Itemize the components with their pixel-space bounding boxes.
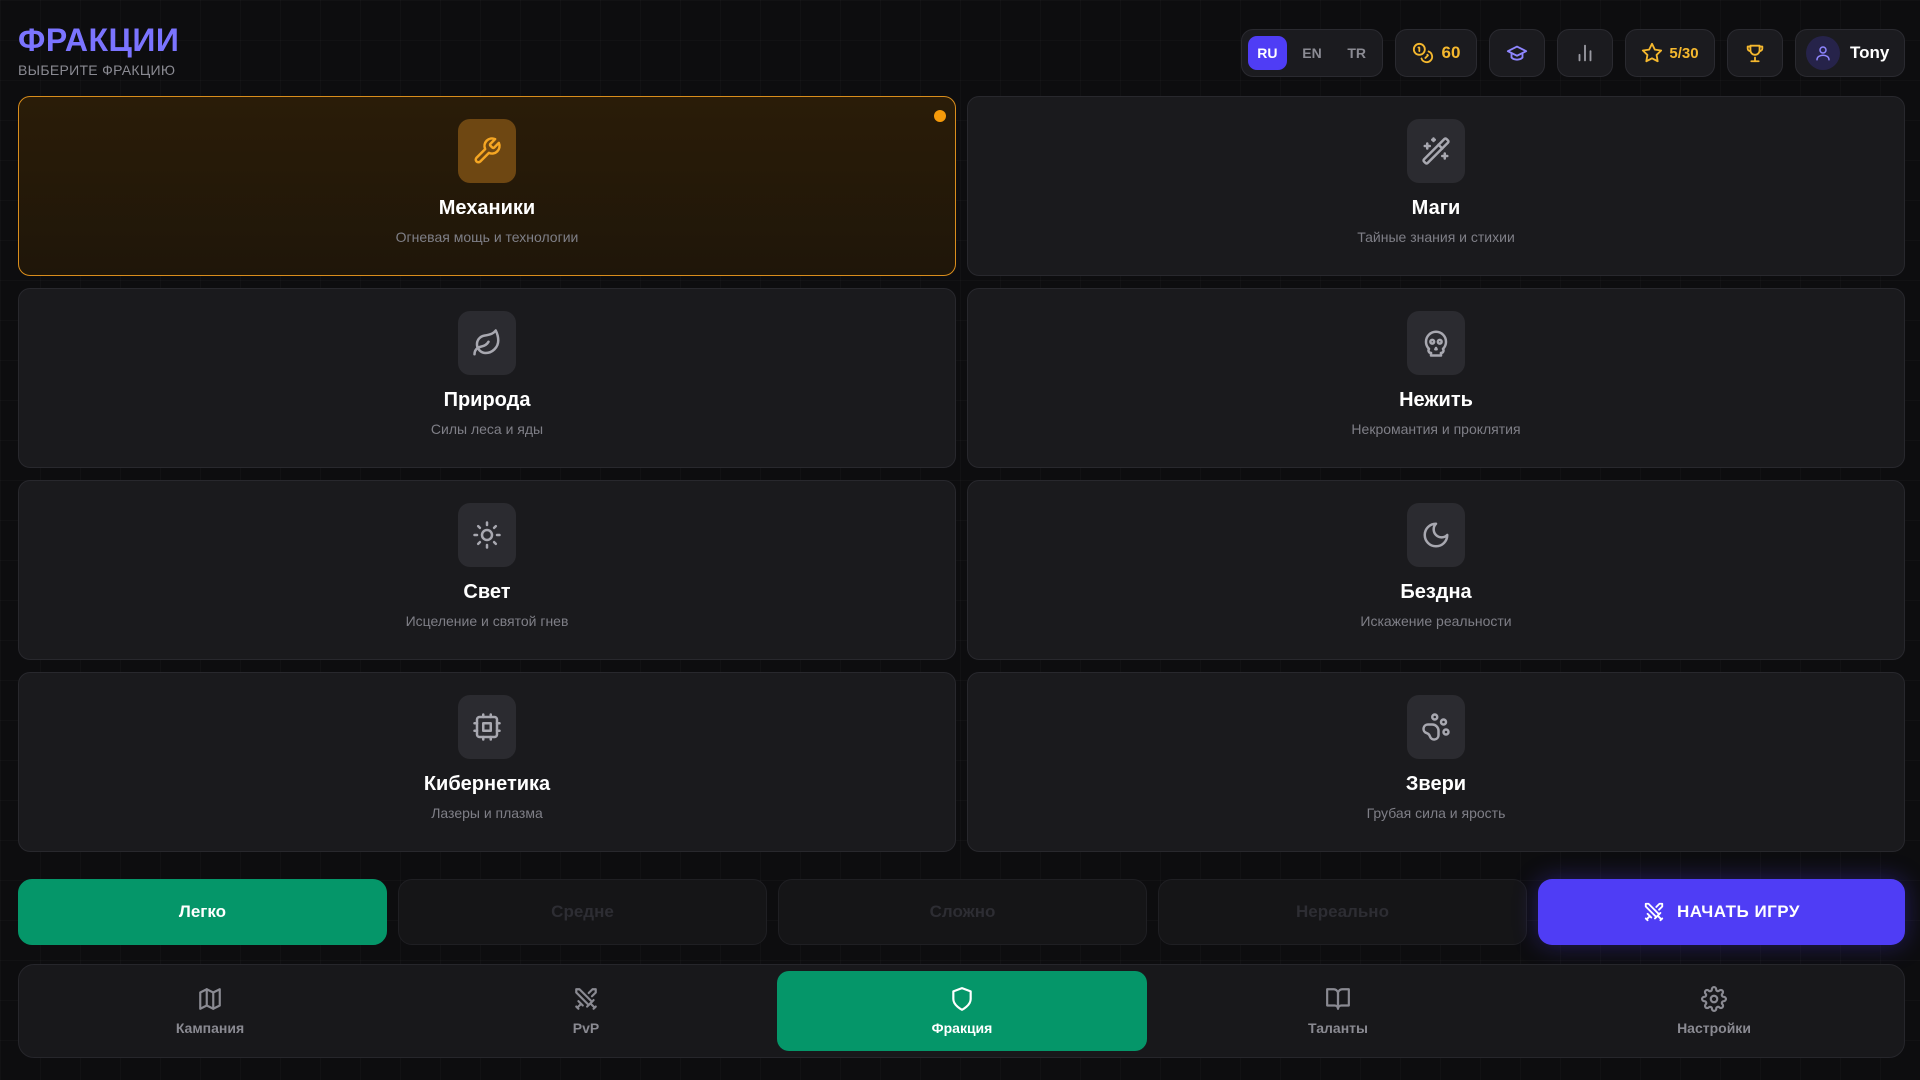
- sun-icon: [472, 520, 502, 550]
- faction-name: Звери: [1405, 773, 1467, 795]
- leaf-icon: [472, 328, 502, 358]
- coins-icon: [1412, 42, 1434, 64]
- faction-description: Исцеление и святой гнев: [405, 613, 569, 629]
- faction-description: Силы леса и яды: [430, 421, 544, 437]
- faction-icon-box: [1407, 695, 1465, 759]
- stars-value: 5/30: [1669, 44, 1699, 62]
- difficulty-selector: Легко Средне Сложно Нереально НАЧАТЬ ИГР…: [18, 879, 1905, 945]
- nav-item-talents[interactable]: Таланты: [1153, 971, 1523, 1051]
- language-switcher: RU EN TR: [1241, 29, 1383, 77]
- page-title: ФРАКЦИИ: [18, 22, 180, 58]
- faction-grid: Механики Огневая мощь и технологии Маги …: [18, 96, 1905, 852]
- user-icon: [1814, 44, 1832, 62]
- paw-icon: [1421, 712, 1451, 742]
- nav-label: Таланты: [1308, 1020, 1368, 1036]
- avatar: [1806, 36, 1840, 70]
- faction-description: Искажение реальности: [1360, 613, 1512, 629]
- faction-card-mages[interactable]: Маги Тайные знания и стихии: [967, 96, 1905, 276]
- lang-button-ru[interactable]: RU: [1248, 36, 1287, 70]
- username: Tony: [1850, 43, 1890, 62]
- faction-icon-box: [458, 503, 516, 567]
- book-icon: [1325, 986, 1351, 1012]
- nav-item-campaign[interactable]: Кампания: [25, 971, 395, 1051]
- difficulty-easy-button[interactable]: Легко: [18, 879, 387, 945]
- page-subtitle: ВЫБЕРИТЕ ФРАКЦИЮ: [18, 62, 176, 78]
- selected-indicator: [934, 110, 946, 122]
- faction-name: Механики: [438, 197, 536, 219]
- faction-icon-box: [458, 695, 516, 759]
- achievements-button[interactable]: [1727, 29, 1783, 77]
- difficulty-medium-button[interactable]: Средне: [398, 879, 767, 945]
- faction-description: Грубая сила и ярость: [1366, 805, 1506, 821]
- map-icon: [197, 986, 223, 1012]
- graduation-cap-icon: [1506, 42, 1528, 64]
- nav-label: PvP: [572, 1020, 600, 1036]
- faction-icon-box: [1407, 119, 1465, 183]
- nav-label: Кампания: [175, 1020, 245, 1036]
- coins-value: 60: [1441, 43, 1461, 62]
- bottom-navigation: Кампания PvP Фракция Таланты Настройки: [18, 964, 1905, 1058]
- faction-card-light[interactable]: Свет Исцеление и святой гнев: [18, 480, 956, 660]
- moon-icon: [1421, 520, 1451, 550]
- faction-card-abyss[interactable]: Бездна Искажение реальности: [967, 480, 1905, 660]
- faction-name: Свет: [463, 581, 511, 603]
- stats-button[interactable]: [1557, 29, 1613, 77]
- lang-button-tr[interactable]: TR: [1337, 36, 1376, 70]
- nav-item-faction[interactable]: Фракция: [777, 971, 1147, 1051]
- cpu-icon: [472, 712, 502, 742]
- faction-name: Нежить: [1399, 389, 1473, 411]
- faction-description: Тайные знания и стихии: [1357, 229, 1515, 245]
- wrench-icon: [472, 136, 502, 166]
- start-game-button[interactable]: НАЧАТЬ ИГРУ: [1538, 879, 1905, 945]
- faction-description: Некромантия и проклятия: [1351, 421, 1521, 437]
- top-bar: RU EN TR 60 5/30 Tony: [1241, 29, 1905, 77]
- nav-item-pvp[interactable]: PvP: [401, 971, 771, 1051]
- faction-name: Бездна: [1400, 581, 1472, 603]
- faction-card-undead[interactable]: Нежить Некромантия и проклятия: [967, 288, 1905, 468]
- shield-icon: [949, 986, 975, 1012]
- profile-button[interactable]: Tony: [1795, 29, 1905, 77]
- faction-card-cybernetics[interactable]: Кибернетика Лазеры и плазма: [18, 672, 956, 852]
- skull-icon: [1421, 328, 1451, 358]
- faction-card-beasts[interactable]: Звери Грубая сила и ярость: [967, 672, 1905, 852]
- faction-name: Маги: [1411, 197, 1461, 219]
- faction-card-nature[interactable]: Природа Силы леса и яды: [18, 288, 956, 468]
- page-header: ФРАКЦИИ ВЫБЕРИТЕ ФРАКЦИЮ: [18, 22, 179, 78]
- bar-chart-icon: [1574, 42, 1596, 64]
- faction-name: Кибернетика: [423, 773, 551, 795]
- faction-icon-box: [458, 311, 516, 375]
- faction-description: Огневая мощь и технологии: [395, 229, 579, 245]
- nav-item-settings[interactable]: Настройки: [1529, 971, 1899, 1051]
- star-icon: [1641, 42, 1663, 64]
- stars-counter[interactable]: 5/30: [1625, 29, 1715, 77]
- difficulty-hard-button[interactable]: Сложно: [778, 879, 1147, 945]
- academy-button[interactable]: [1489, 29, 1545, 77]
- faction-description: Лазеры и плазма: [431, 805, 543, 821]
- coins-counter[interactable]: 60: [1395, 29, 1477, 77]
- lang-button-en[interactable]: EN: [1293, 36, 1332, 70]
- faction-card-mechanics[interactable]: Механики Огневая мощь и технологии: [18, 96, 956, 276]
- trophy-icon: [1744, 42, 1766, 64]
- faction-icon-box: [458, 119, 516, 183]
- nav-label: Настройки: [1677, 1020, 1751, 1036]
- faction-name: Природа: [443, 389, 531, 411]
- faction-icon-box: [1407, 503, 1465, 567]
- gear-icon: [1701, 986, 1727, 1012]
- difficulty-unreal-button[interactable]: Нереально: [1158, 879, 1527, 945]
- magic-wand-icon: [1421, 136, 1451, 166]
- crossed-swords-icon: [573, 986, 599, 1012]
- start-game-label: НАЧАТЬ ИГРУ: [1676, 902, 1800, 921]
- nav-label: Фракция: [931, 1020, 993, 1036]
- crossed-swords-icon: [1643, 901, 1665, 923]
- faction-icon-box: [1407, 311, 1465, 375]
